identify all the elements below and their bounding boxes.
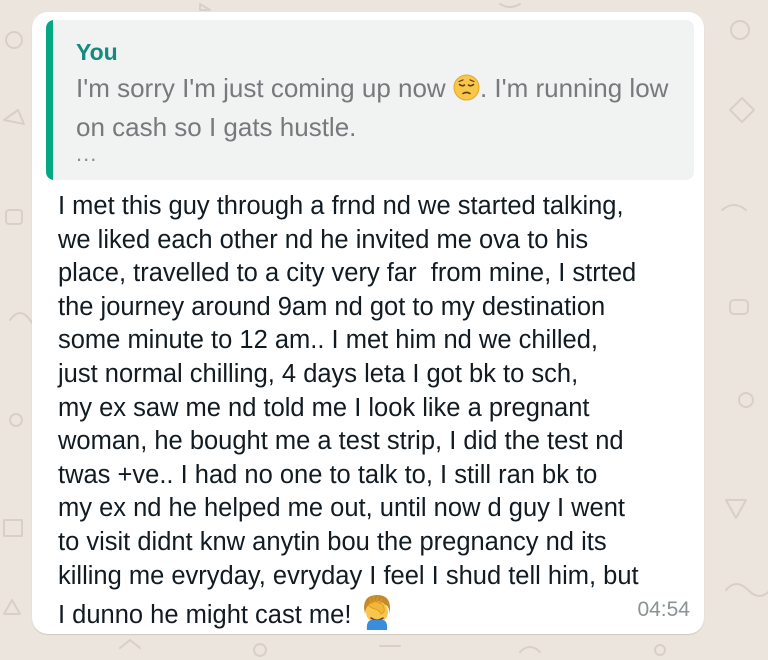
message-timestamp: 04:54: [637, 598, 690, 621]
message-line: killing me evryday, evryday I feel I shu…: [58, 561, 639, 590]
message-line: place, travelled to a city very far from…: [58, 259, 637, 288]
quote-accent-bar: [46, 20, 53, 180]
facepalm-icon: [357, 591, 397, 643]
message-line: some minute to 12 am.. I met him nd we c…: [58, 326, 598, 355]
message-line: twas +ve.. I had no one to talk to, I st…: [58, 460, 598, 489]
message-line: the journey around 9am nd got to my dest…: [58, 292, 606, 321]
quote-ellipsis: ...: [76, 141, 98, 166]
message-line: we liked each other nd he invited me ova…: [58, 225, 589, 254]
message-line: I met this guy through a frnd nd we star…: [58, 192, 624, 220]
quoted-author: You: [76, 39, 118, 65]
quoted-text: I'm sorry I'm just coming up now . I'm r…: [76, 71, 676, 145]
quoted-message[interactable]: You I'm sorry I'm just coming up now . I…: [46, 20, 694, 180]
message-line: my ex saw me nd told me I look like a pr…: [58, 393, 590, 422]
message-last-text: I dunno he might cast me!: [58, 601, 352, 630]
message-line: just normal chilling, 4 days leta I got …: [58, 359, 579, 388]
message-line: my ex nd he helped me out, until now d g…: [58, 494, 626, 523]
quoted-text-part1: I'm sorry I'm just coming up now: [76, 73, 453, 103]
message-bubble[interactable]: You I'm sorry I'm just coming up now . I…: [32, 12, 704, 634]
pensive-face-icon: [453, 74, 480, 110]
message-last-line: I dunno he might cast me!: [58, 591, 688, 643]
message-line: to visit didnt knw anytin bou the pregna…: [58, 527, 607, 556]
message-body: I met this guy through a frnd nd we star…: [58, 190, 688, 643]
message-line: woman, he bought me a test strip, I did …: [58, 427, 624, 456]
